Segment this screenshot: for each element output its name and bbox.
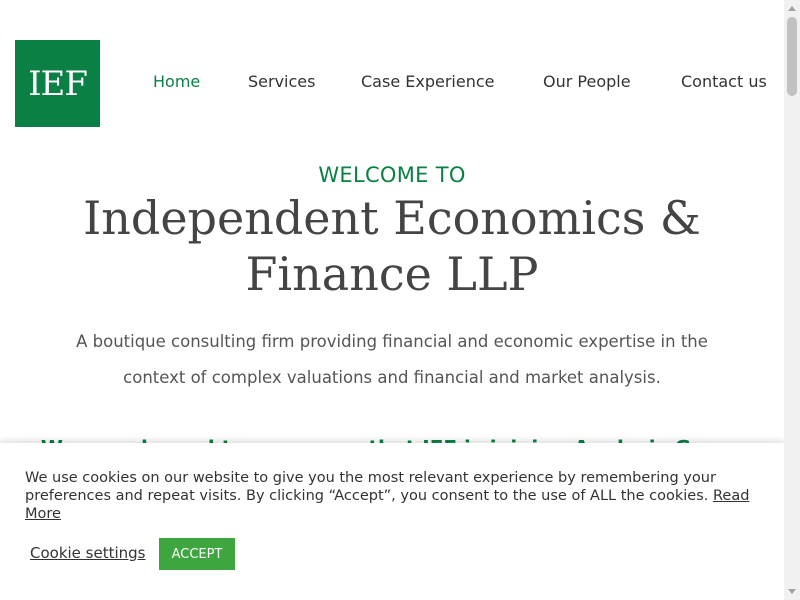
hero-description: A boutique consulting firm providing fin… — [76, 332, 708, 387]
page: IEF Home Services Case Experience Our Pe… — [0, 0, 800, 600]
vertical-scrollbar[interactable] — [784, 0, 800, 600]
scroll-down-arrow-icon[interactable] — [784, 584, 800, 600]
nav-item-services[interactable]: Services — [248, 72, 315, 91]
cookie-message-text: We use cookies on our website to give yo… — [25, 470, 716, 504]
hero-kicker: WELCOME TO — [318, 163, 466, 187]
nav-item-contact-us[interactable]: Contact us — [681, 72, 767, 91]
scroll-up-arrow-icon[interactable] — [784, 0, 800, 16]
nav-item-home[interactable]: Home — [153, 72, 200, 91]
cookie-consent-banner: We use cookies on our website to give yo… — [0, 443, 784, 600]
main-nav: Home Services Case Experience Our People… — [0, 72, 784, 98]
cookie-accept-button[interactable]: ACCEPT — [159, 538, 235, 570]
hero-title: Independent Economics & Finance LLP — [83, 191, 701, 301]
cookie-settings-link[interactable]: Cookie settings — [30, 544, 146, 562]
nav-item-case-experience[interactable]: Case Experience — [361, 72, 494, 91]
nav-item-our-people[interactable]: Our People — [543, 72, 631, 91]
cookie-message: We use cookies on our website to give yo… — [25, 469, 760, 523]
scrollbar-thumb[interactable] — [787, 17, 797, 96]
